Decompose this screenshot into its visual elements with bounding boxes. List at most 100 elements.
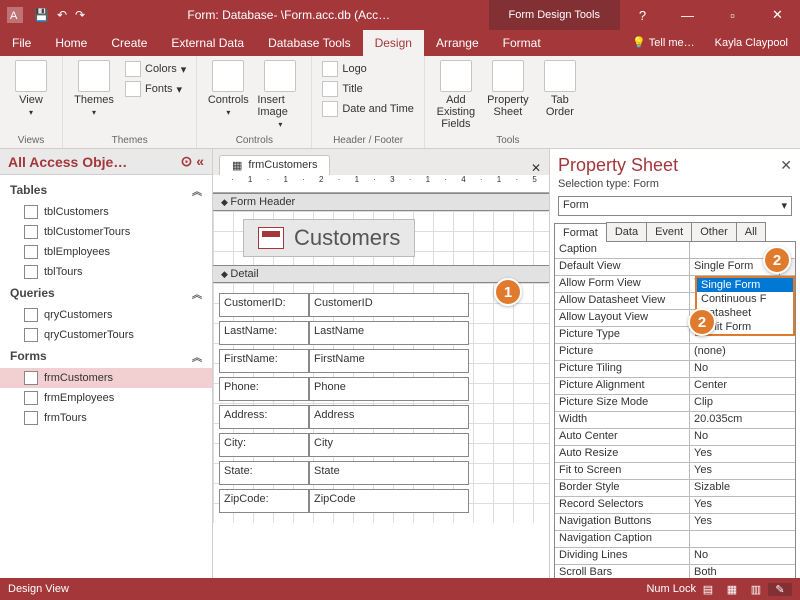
- property-row-dividing-lines[interactable]: Dividing LinesNo: [555, 548, 795, 565]
- field-label[interactable]: CustomerID:: [219, 293, 309, 317]
- form-header-area[interactable]: Customers: [213, 211, 549, 265]
- nav-group-tables[interactable]: Tables︽: [0, 179, 212, 202]
- nav-item-tblcustomertours[interactable]: tblCustomerTours: [0, 222, 212, 242]
- property-tab-format[interactable]: Format: [554, 223, 607, 242]
- property-tab-all[interactable]: All: [736, 222, 766, 241]
- field-control[interactable]: Address: [309, 405, 469, 429]
- view-form-icon[interactable]: ▦: [720, 583, 744, 596]
- title-button[interactable]: Title: [320, 80, 416, 98]
- tab-home[interactable]: Home: [43, 30, 99, 56]
- field-firstname[interactable]: FirstName:FirstName: [219, 349, 549, 373]
- property-row-caption[interactable]: Caption: [555, 242, 795, 259]
- field-lastname[interactable]: LastName:LastName: [219, 321, 549, 345]
- fonts-button[interactable]: Fonts ▾: [123, 80, 188, 98]
- field-city[interactable]: City:City: [219, 433, 549, 457]
- quick-redo-icon[interactable]: ↷: [71, 8, 89, 22]
- tab-format[interactable]: Format: [491, 30, 553, 56]
- form-title-label[interactable]: Customers: [243, 219, 415, 257]
- field-zipcode[interactable]: ZipCode:ZipCode: [219, 489, 549, 513]
- property-row-fit-to-screen[interactable]: Fit to ScreenYes: [555, 463, 795, 480]
- quick-undo-icon[interactable]: ↶: [53, 8, 71, 22]
- nav-group-forms[interactable]: Forms︽: [0, 345, 212, 368]
- property-sheet-button[interactable]: Property Sheet: [485, 60, 531, 118]
- property-tab-event[interactable]: Event: [646, 222, 692, 241]
- dropdown-option[interactable]: Continuous F: [697, 292, 793, 306]
- field-control[interactable]: Phone: [309, 377, 469, 401]
- nav-item-tbltours[interactable]: tblTours: [0, 262, 212, 282]
- field-label[interactable]: Phone:: [219, 377, 309, 401]
- property-sheet-close-icon[interactable]: ✕: [780, 157, 792, 174]
- nav-group-queries[interactable]: Queries︽: [0, 282, 212, 305]
- field-label[interactable]: ZipCode:: [219, 489, 309, 513]
- view-layout-icon[interactable]: ▥: [744, 583, 768, 596]
- view-design-icon[interactable]: ✎: [768, 583, 792, 596]
- tab-design[interactable]: Design: [363, 30, 424, 56]
- nav-item-frmcustomers[interactable]: frmCustomers: [0, 368, 212, 388]
- maximize-button[interactable]: ▫: [710, 0, 755, 30]
- field-control[interactable]: LastName: [309, 321, 469, 345]
- nav-item-frmtours[interactable]: frmTours: [0, 408, 212, 428]
- field-state[interactable]: State:State: [219, 461, 549, 485]
- field-control[interactable]: CustomerID: [309, 293, 469, 317]
- property-row-navigation-caption[interactable]: Navigation Caption: [555, 531, 795, 548]
- nav-item-qrycustomertours[interactable]: qryCustomerTours: [0, 325, 212, 345]
- object-selector-combo[interactable]: Form▾: [558, 196, 792, 216]
- field-address[interactable]: Address:Address: [219, 405, 549, 429]
- property-row-auto-resize[interactable]: Auto ResizeYes: [555, 446, 795, 463]
- property-row-default-view[interactable]: Default ViewSingle Form▾: [555, 259, 795, 276]
- field-label[interactable]: State:: [219, 461, 309, 485]
- field-control[interactable]: City: [309, 433, 469, 457]
- tab-arrange[interactable]: Arrange: [424, 30, 491, 56]
- close-button[interactable]: ✕: [755, 0, 800, 30]
- tell-me[interactable]: 💡 Tell me…: [624, 30, 702, 56]
- property-row-picture-tiling[interactable]: Picture TilingNo: [555, 361, 795, 378]
- themes-button[interactable]: Themes▾: [71, 60, 117, 117]
- property-row-scroll-bars[interactable]: Scroll BarsBoth: [555, 565, 795, 578]
- property-row-width[interactable]: Width20.035cm: [555, 412, 795, 429]
- nav-item-qrycustomers[interactable]: qryCustomers: [0, 305, 212, 325]
- view-button[interactable]: View▾: [8, 60, 54, 117]
- tab-file[interactable]: File: [0, 30, 43, 56]
- add-existing-fields-button[interactable]: Add Existing Fields: [433, 60, 479, 130]
- property-row-record-selectors[interactable]: Record SelectorsYes: [555, 497, 795, 514]
- field-label[interactable]: City:: [219, 433, 309, 457]
- view-datasheet-icon[interactable]: ▤: [696, 583, 720, 596]
- controls-gallery[interactable]: Controls▾: [205, 60, 251, 117]
- nav-item-frmemployees[interactable]: frmEmployees: [0, 388, 212, 408]
- property-row-border-style[interactable]: Border StyleSizable: [555, 480, 795, 497]
- user-name[interactable]: Kayla Claypool: [703, 30, 800, 56]
- quick-save-icon[interactable]: 💾: [30, 8, 53, 22]
- nav-pane-header[interactable]: All Access Obje… ⊙ «: [0, 149, 212, 175]
- date-time-button[interactable]: Date and Time: [320, 100, 416, 118]
- field-phone[interactable]: Phone:Phone: [219, 377, 549, 401]
- field-control[interactable]: ZipCode: [309, 489, 469, 513]
- minimize-button[interactable]: —: [665, 0, 710, 30]
- property-row-picture-size-mode[interactable]: Picture Size ModeClip: [555, 395, 795, 412]
- tab-create[interactable]: Create: [99, 30, 159, 56]
- property-row-picture-alignment[interactable]: Picture AlignmentCenter: [555, 378, 795, 395]
- property-row-picture[interactable]: Picture(none): [555, 344, 795, 361]
- tab-order-button[interactable]: Tab Order: [537, 60, 583, 118]
- field-label[interactable]: LastName:: [219, 321, 309, 345]
- dropdown-option[interactable]: Single Form: [697, 278, 793, 292]
- colors-button[interactable]: Colors ▾: [123, 60, 188, 78]
- field-label[interactable]: Address:: [219, 405, 309, 429]
- field-control[interactable]: State: [309, 461, 469, 485]
- help-icon[interactable]: ?: [620, 0, 665, 30]
- tab-database-tools[interactable]: Database Tools: [256, 30, 363, 56]
- document-tab[interactable]: ▦ frmCustomers: [219, 155, 330, 175]
- tab-external-data[interactable]: External Data: [159, 30, 256, 56]
- logo-button[interactable]: Logo: [320, 60, 416, 78]
- nav-item-tblcustomers[interactable]: tblCustomers: [0, 202, 212, 222]
- property-tab-other[interactable]: Other: [691, 222, 737, 241]
- field-control[interactable]: FirstName: [309, 349, 469, 373]
- insert-image-button[interactable]: Insert Image▾: [257, 60, 303, 129]
- detail-area[interactable]: CustomerID:CustomerIDLastName:LastNameFi…: [213, 283, 549, 523]
- property-row-navigation-buttons[interactable]: Navigation ButtonsYes: [555, 514, 795, 531]
- property-row-auto-center[interactable]: Auto CenterNo: [555, 429, 795, 446]
- close-tab-icon[interactable]: ✕: [523, 161, 549, 175]
- form-header-section-bar[interactable]: Form Header: [213, 193, 549, 211]
- nav-item-tblemployees[interactable]: tblEmployees: [0, 242, 212, 262]
- field-label[interactable]: FirstName:: [219, 349, 309, 373]
- property-tab-data[interactable]: Data: [606, 222, 647, 241]
